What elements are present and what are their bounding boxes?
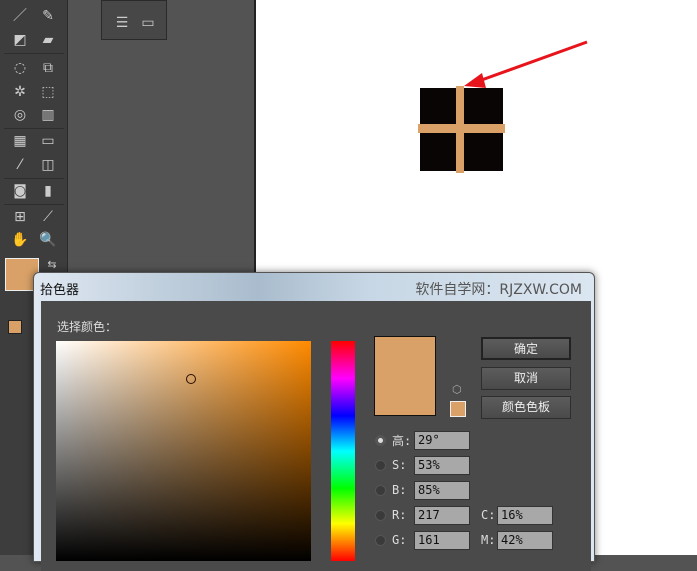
field-magenta: M: 42% (481, 530, 553, 550)
select-color-label: 选择颜色： (57, 320, 118, 334)
color-picker-dialog: 拾色器 软件自学网：RJZXW.COM 选择颜色： ⬡ 确定 取消 颜色色板 高… (33, 272, 595, 571)
saturation-input[interactable]: 53% (414, 455, 470, 475)
brightness-input[interactable]: 85% (414, 480, 470, 500)
hand-icon[interactable]: ✋ (10, 230, 30, 250)
zoom-icon[interactable]: 🔍 (38, 230, 58, 250)
radio-hue[interactable] (375, 434, 386, 446)
color-field[interactable] (56, 341, 311, 561)
blend-icon[interactable]: ◫ (38, 155, 58, 175)
paintbrush-icon[interactable]: ／ (10, 6, 30, 26)
hue-input[interactable]: 29° (414, 430, 470, 450)
hue-slider[interactable] (331, 341, 355, 561)
mini-panel: ☰ ▭ (101, 0, 167, 40)
align-icon[interactable]: ☰ (112, 13, 132, 33)
red-arrow-icon (464, 40, 588, 88)
shape-builder-icon[interactable]: ◎ (10, 105, 30, 125)
web-safe-cube-icon[interactable]: ⬡ (452, 383, 462, 396)
field-red: R: 217 (375, 505, 470, 525)
slice-icon[interactable]: ⟋ (38, 207, 58, 227)
blob-brush-icon[interactable]: ◩ (10, 30, 30, 50)
artboard-icon[interactable]: ⊞ (10, 207, 30, 227)
green-input[interactable]: 161 (414, 530, 470, 550)
column-graph-icon[interactable]: ▮ (38, 181, 58, 201)
radio-green[interactable] (375, 534, 386, 546)
color-swatches-button[interactable]: 颜色色板 (481, 396, 571, 419)
web-safe-swatch[interactable] (450, 401, 466, 417)
gradient-icon[interactable]: ▭ (38, 131, 58, 151)
rotate-icon[interactable]: ◌ (10, 58, 30, 78)
dialog-title: 拾色器 (40, 283, 80, 298)
field-saturation: S: 53% (375, 455, 470, 475)
cancel-button[interactable]: 取消 (481, 367, 571, 390)
free-transform-icon[interactable]: ⬚ (38, 82, 58, 102)
magenta-input[interactable]: 42% (497, 530, 553, 550)
field-brightness: B: 85% (375, 480, 470, 500)
ok-button[interactable]: 确定 (481, 337, 571, 360)
gradient-panel-icon[interactable]: ▭ (138, 13, 158, 33)
field-cyan: C: 16% (481, 505, 553, 525)
color-picker-cursor[interactable] (186, 374, 196, 384)
radio-red[interactable] (375, 509, 386, 521)
field-hue: 高: 29° (375, 430, 470, 450)
mesh-icon[interactable]: ▦ (10, 131, 30, 151)
radio-saturation[interactable] (375, 459, 386, 471)
eyedropper-icon[interactable]: ⁄ (10, 155, 30, 175)
pencil-icon[interactable]: ✎ (38, 6, 58, 26)
radio-brightness[interactable] (375, 484, 386, 496)
perspective-grid-icon[interactable]: ▥ (38, 105, 58, 125)
red-input[interactable]: 217 (414, 505, 470, 525)
warp-icon[interactable]: ✲ (10, 82, 30, 102)
field-green: G: 161 (375, 530, 470, 550)
watermark: 软件自学网：RJZXW.COM (415, 282, 582, 298)
scale-icon[interactable]: ⧉ (38, 58, 58, 78)
color-mode-icon[interactable] (8, 320, 22, 334)
symbol-sprayer-icon[interactable]: ◙ (10, 181, 30, 201)
color-preview (374, 336, 436, 416)
eraser-icon[interactable]: ▰ (38, 30, 58, 50)
cyan-input[interactable]: 16% (497, 505, 553, 525)
